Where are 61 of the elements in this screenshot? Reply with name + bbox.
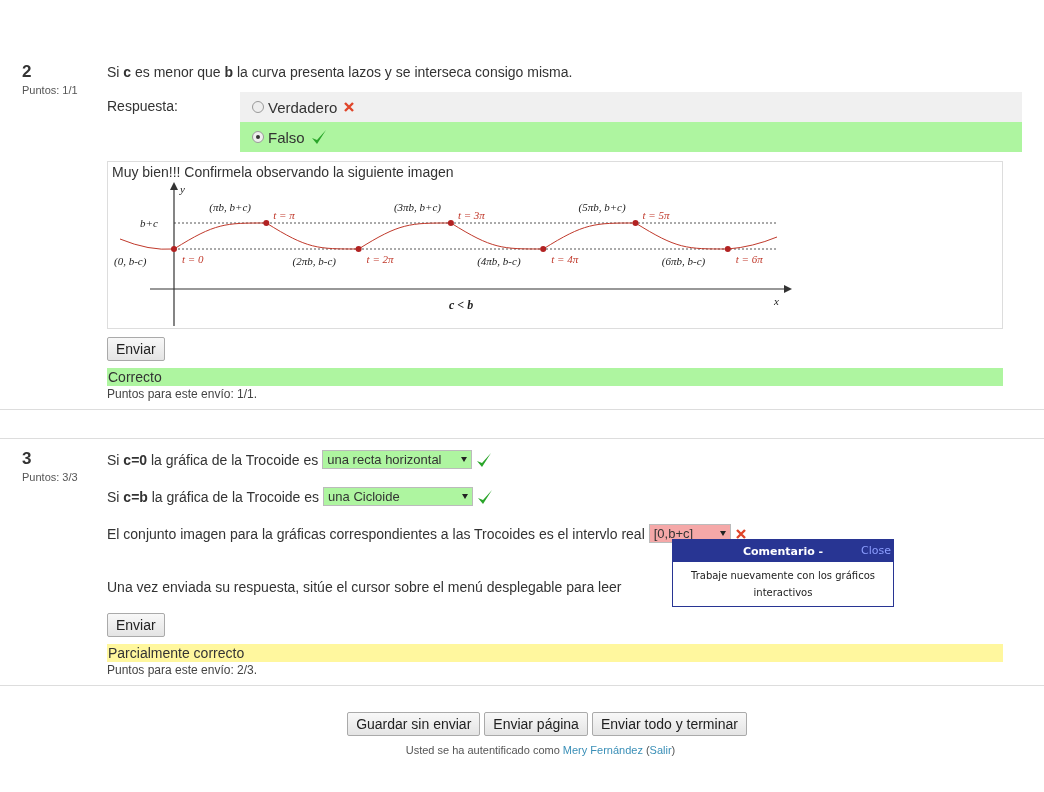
question-points: Puntos: 3/3 bbox=[22, 471, 79, 483]
question-text: Si c es menor que b la curva presenta lazos y se interseca consigo misma. bbox=[107, 63, 574, 82]
paren-text: ( bbox=[645, 744, 650, 756]
question-number: 3 bbox=[22, 449, 33, 469]
score-text: Puntos para este envío: 2/3. bbox=[107, 663, 259, 677]
point-label: (πb, b+c) bbox=[209, 201, 251, 213]
option-label: Verdadero bbox=[268, 98, 338, 116]
parameter-label: t = 4π bbox=[551, 253, 579, 265]
answer-label: Respuesta: bbox=[107, 97, 179, 116]
point-label: (4πb, b-c) bbox=[477, 255, 521, 267]
curve-point bbox=[263, 220, 270, 226]
question-points: Puntos: 1/1 bbox=[22, 84, 79, 96]
grade-banner: Parcialmente correcto bbox=[107, 644, 1003, 662]
question-text: Si c=0 la gráfica de la Trocoide es bbox=[107, 451, 319, 468]
action-button[interactable]: Enviar todo y terminar bbox=[591, 712, 747, 736]
score-text: Puntos para este envío: 1/1. bbox=[107, 387, 259, 401]
question-text: Si c=b la gráfica de la Trocoide es bbox=[107, 488, 320, 505]
axis-label: y bbox=[180, 183, 185, 195]
logout-link[interactable]: Salir bbox=[649, 744, 672, 756]
user-link[interactable]: Mery Fernández bbox=[562, 744, 643, 756]
parameter-label: t = π bbox=[273, 209, 295, 221]
point-label: (3πb, b+c) bbox=[393, 201, 442, 213]
submit-button[interactable]: Enviar bbox=[107, 613, 165, 637]
popup-title: Comentario - bbox=[742, 544, 824, 558]
curve-point bbox=[724, 246, 731, 252]
point-label: (5πb, b+c) bbox=[578, 201, 626, 213]
popup-text: Trabaje nuevamente con los gráficos interactivos bbox=[690, 569, 876, 600]
axis-label: b+c bbox=[140, 217, 158, 229]
point-label: (6πb, b-c) bbox=[661, 255, 706, 267]
radio-button[interactable] bbox=[252, 131, 264, 143]
figure-caption: c < b bbox=[449, 298, 474, 312]
parameter-label: t = 0 bbox=[182, 253, 204, 265]
radio-button[interactable] bbox=[252, 101, 264, 113]
question-text: Una vez enviada su respuesta, sitúe el cursor sobre el menú desplegable para leer bbox=[107, 578, 622, 595]
submit-button[interactable]: Enviar bbox=[107, 337, 165, 361]
point-label: (2πb, b-c) bbox=[292, 255, 336, 267]
question-number: 2 bbox=[22, 62, 33, 82]
option-label: Falso bbox=[268, 128, 305, 146]
action-button[interactable]: Guardar sin enviar bbox=[347, 712, 481, 736]
dropdown[interactable]: una Cicloide bbox=[323, 487, 474, 506]
grade-banner: Correcto bbox=[107, 368, 1003, 386]
parameter-label: t = 5π bbox=[642, 209, 670, 221]
dropdown[interactable]: una recta horizontal bbox=[322, 450, 473, 469]
feedback-text: Muy bien!!! Confirmela observando la siguiente imagen bbox=[112, 164, 455, 181]
answer-option[interactable]: Verdadero bbox=[240, 92, 1022, 122]
curve-point bbox=[171, 246, 177, 252]
close-link[interactable]: Close bbox=[861, 544, 891, 557]
axis-label: x bbox=[774, 295, 779, 307]
curve-point bbox=[632, 220, 639, 226]
answer-option[interactable]: Falso bbox=[240, 122, 1022, 152]
paren-text: ) bbox=[671, 744, 676, 756]
action-button[interactable]: Enviar página bbox=[484, 712, 588, 736]
parameter-label: t = 6π bbox=[735, 253, 763, 265]
curve-point bbox=[447, 220, 454, 226]
question-text: El conjunto imagen para la gráficas correspondientes a las Trocoides es el intervlo real bbox=[107, 525, 645, 542]
curve-point bbox=[540, 246, 547, 252]
parameter-label: t = 3π bbox=[457, 209, 485, 221]
curve-point bbox=[355, 246, 362, 252]
login-text: Usted se ha autentificado como bbox=[405, 744, 560, 756]
point-label: (0, b-c) bbox=[114, 255, 147, 267]
parameter-label: t = 2π bbox=[366, 253, 394, 265]
